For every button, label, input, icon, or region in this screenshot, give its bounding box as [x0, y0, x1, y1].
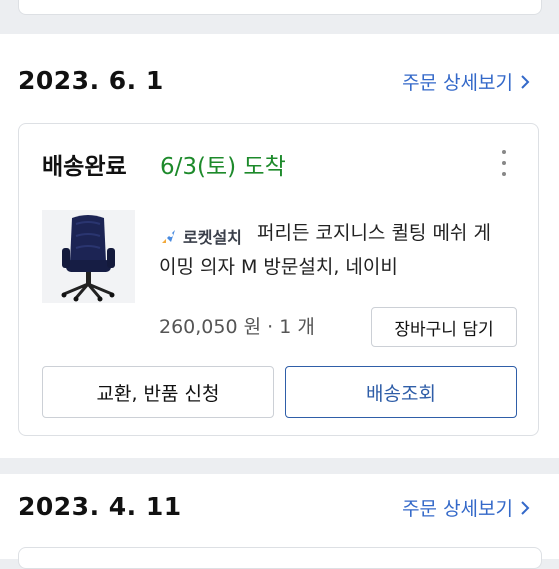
order-detail-link-label: 주문 상세보기	[402, 72, 513, 94]
add-to-cart-button[interactable]: 장바구니 담기	[371, 307, 517, 347]
chevron-right-icon	[521, 500, 530, 515]
order-group-1: 2023. 6. 1 주문 상세보기 배송완료 6/3(토) 도착 퍼리든 코지…	[0, 34, 559, 458]
order-detail-link[interactable]: 주문 상세보기	[402, 494, 531, 521]
order-detail-link[interactable]: 주문 상세보기	[402, 68, 531, 95]
order-date: 2023. 4. 11	[18, 492, 182, 521]
more-vertical-icon[interactable]	[496, 150, 512, 176]
chevron-right-icon	[521, 74, 530, 89]
delivery-status: 배송완료	[42, 154, 127, 180]
return-exchange-button[interactable]: 교환, 반품 신청	[42, 366, 274, 418]
order-card: 배송완료 6/3(토) 도착 퍼리든 코지니스 퀼팅 메쉬 게이밍 의자 M 방…	[18, 123, 539, 436]
rocket-install-badge: 로켓설치	[159, 224, 242, 248]
arrival-date: 6/3(토) 도착	[160, 154, 286, 180]
previous-order-card-bottom	[18, 0, 542, 15]
product-thumbnail[interactable]	[42, 210, 135, 303]
price-quantity: 260,050 원 · 1 개	[159, 316, 315, 338]
rocket-install-label: 로켓설치	[183, 228, 242, 247]
next-order-card-top	[18, 547, 542, 569]
order-date: 2023. 6. 1	[18, 66, 164, 95]
track-delivery-button[interactable]: 배송조회	[285, 366, 517, 418]
gaming-chair-image	[42, 210, 135, 303]
order-detail-link-label: 주문 상세보기	[402, 498, 513, 520]
rocket-install-icon	[162, 230, 175, 243]
